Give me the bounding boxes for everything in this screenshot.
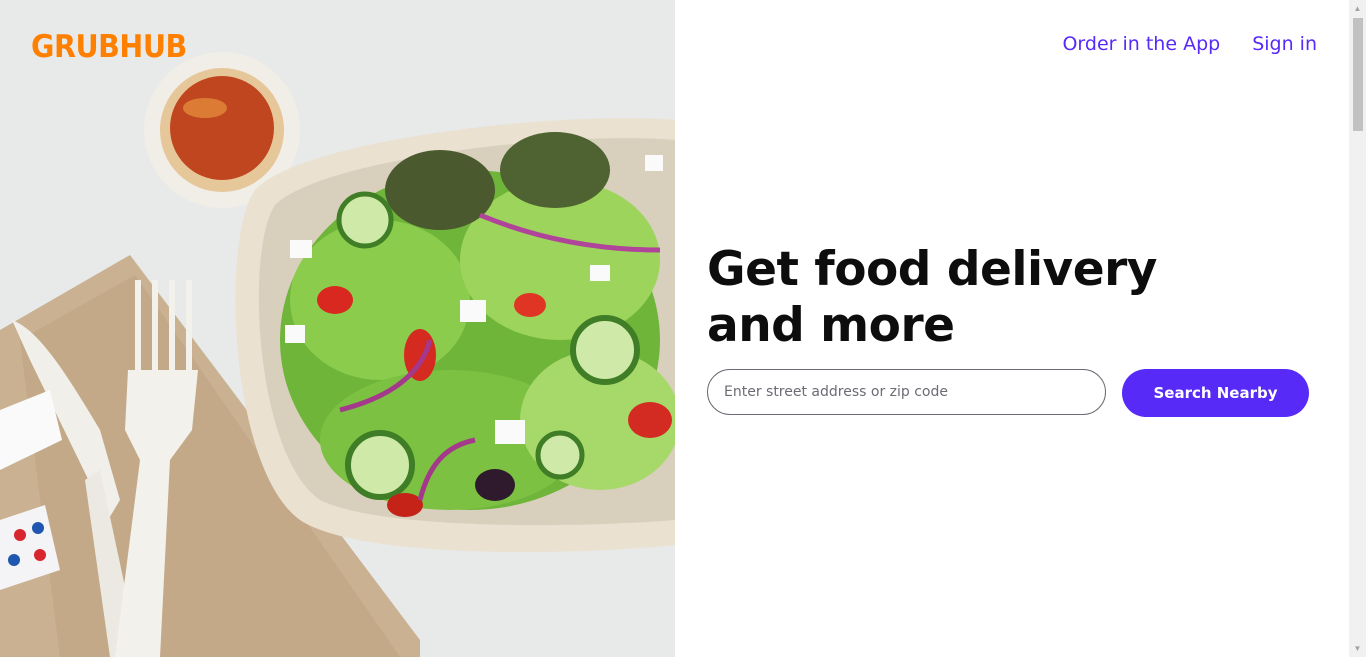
scroll-up-arrow-icon[interactable]: ▲	[1349, 0, 1366, 17]
sign-in-link[interactable]: Sign in	[1252, 33, 1317, 55]
page-scrollbar[interactable]: ▲ ▼	[1349, 0, 1366, 657]
search-nearby-button[interactable]: Search Nearby	[1122, 369, 1309, 417]
order-in-app-link[interactable]: Order in the App	[1062, 33, 1220, 55]
hero-food-image: GRUBHUB	[0, 0, 675, 657]
address-input[interactable]	[707, 369, 1106, 415]
address-search-form: Search Nearby	[707, 369, 1309, 417]
hero-headline: Get food delivery and more	[707, 242, 1157, 353]
scroll-down-arrow-icon[interactable]: ▼	[1349, 640, 1366, 657]
grubhub-logo[interactable]: GRUBHUB	[31, 29, 187, 65]
top-nav: Order in the App Sign in	[1062, 33, 1317, 55]
scroll-thumb[interactable]	[1353, 18, 1363, 131]
salad-photo-icon	[0, 0, 675, 657]
